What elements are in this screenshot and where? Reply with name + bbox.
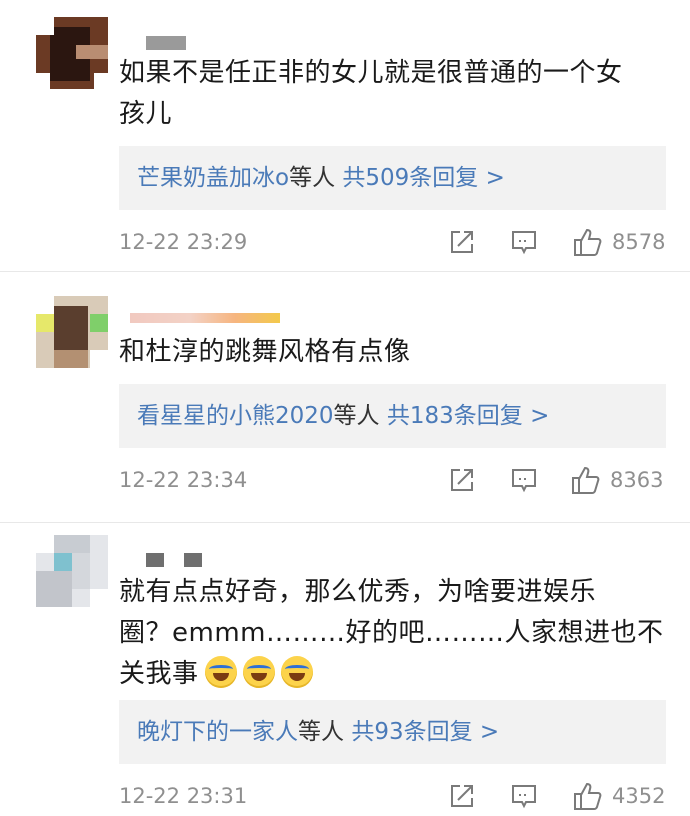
timestamp: 12-22 23:31 — [119, 784, 248, 808]
thumbs-up-icon[interactable] — [572, 781, 602, 811]
avatar[interactable] — [36, 535, 108, 607]
reply-count[interactable]: 共93条回复 > — [351, 719, 499, 745]
comment-icon[interactable] — [511, 783, 537, 809]
laugh-cry-emoji-icon — [280, 656, 313, 688]
share-icon[interactable] — [449, 783, 475, 809]
like-count: 4352 — [612, 784, 666, 808]
replies-box[interactable]: 晚灯下的一家人等人 共93条回复 > — [119, 700, 666, 764]
laugh-cry-emoji-icon — [242, 656, 275, 688]
replies-summary[interactable]: 晚灯下的一家人等人 共93条回复 > — [137, 716, 499, 748]
comment-text-body: 就有点点好奇，那么优秀，为啥要进娱乐 圈？emmm………好的吧………人家想进也不… — [119, 577, 664, 689]
comment-text: 就有点点好奇，那么优秀，为啥要进娱乐 圈？emmm………好的吧………人家想进也不… — [119, 572, 670, 695]
username-blurred[interactable] — [146, 553, 164, 567]
laugh-cry-emoji-icon — [204, 656, 237, 688]
reply-suffix: 等人 — [298, 719, 344, 745]
username-blurred[interactable] — [184, 553, 202, 567]
comment-item: 就有点点好奇，那么优秀，为啥要进娱乐 圈？emmm………好的吧………人家想进也不… — [0, 0, 690, 816]
reply-user[interactable]: 晚灯下的一家人 — [137, 719, 298, 745]
